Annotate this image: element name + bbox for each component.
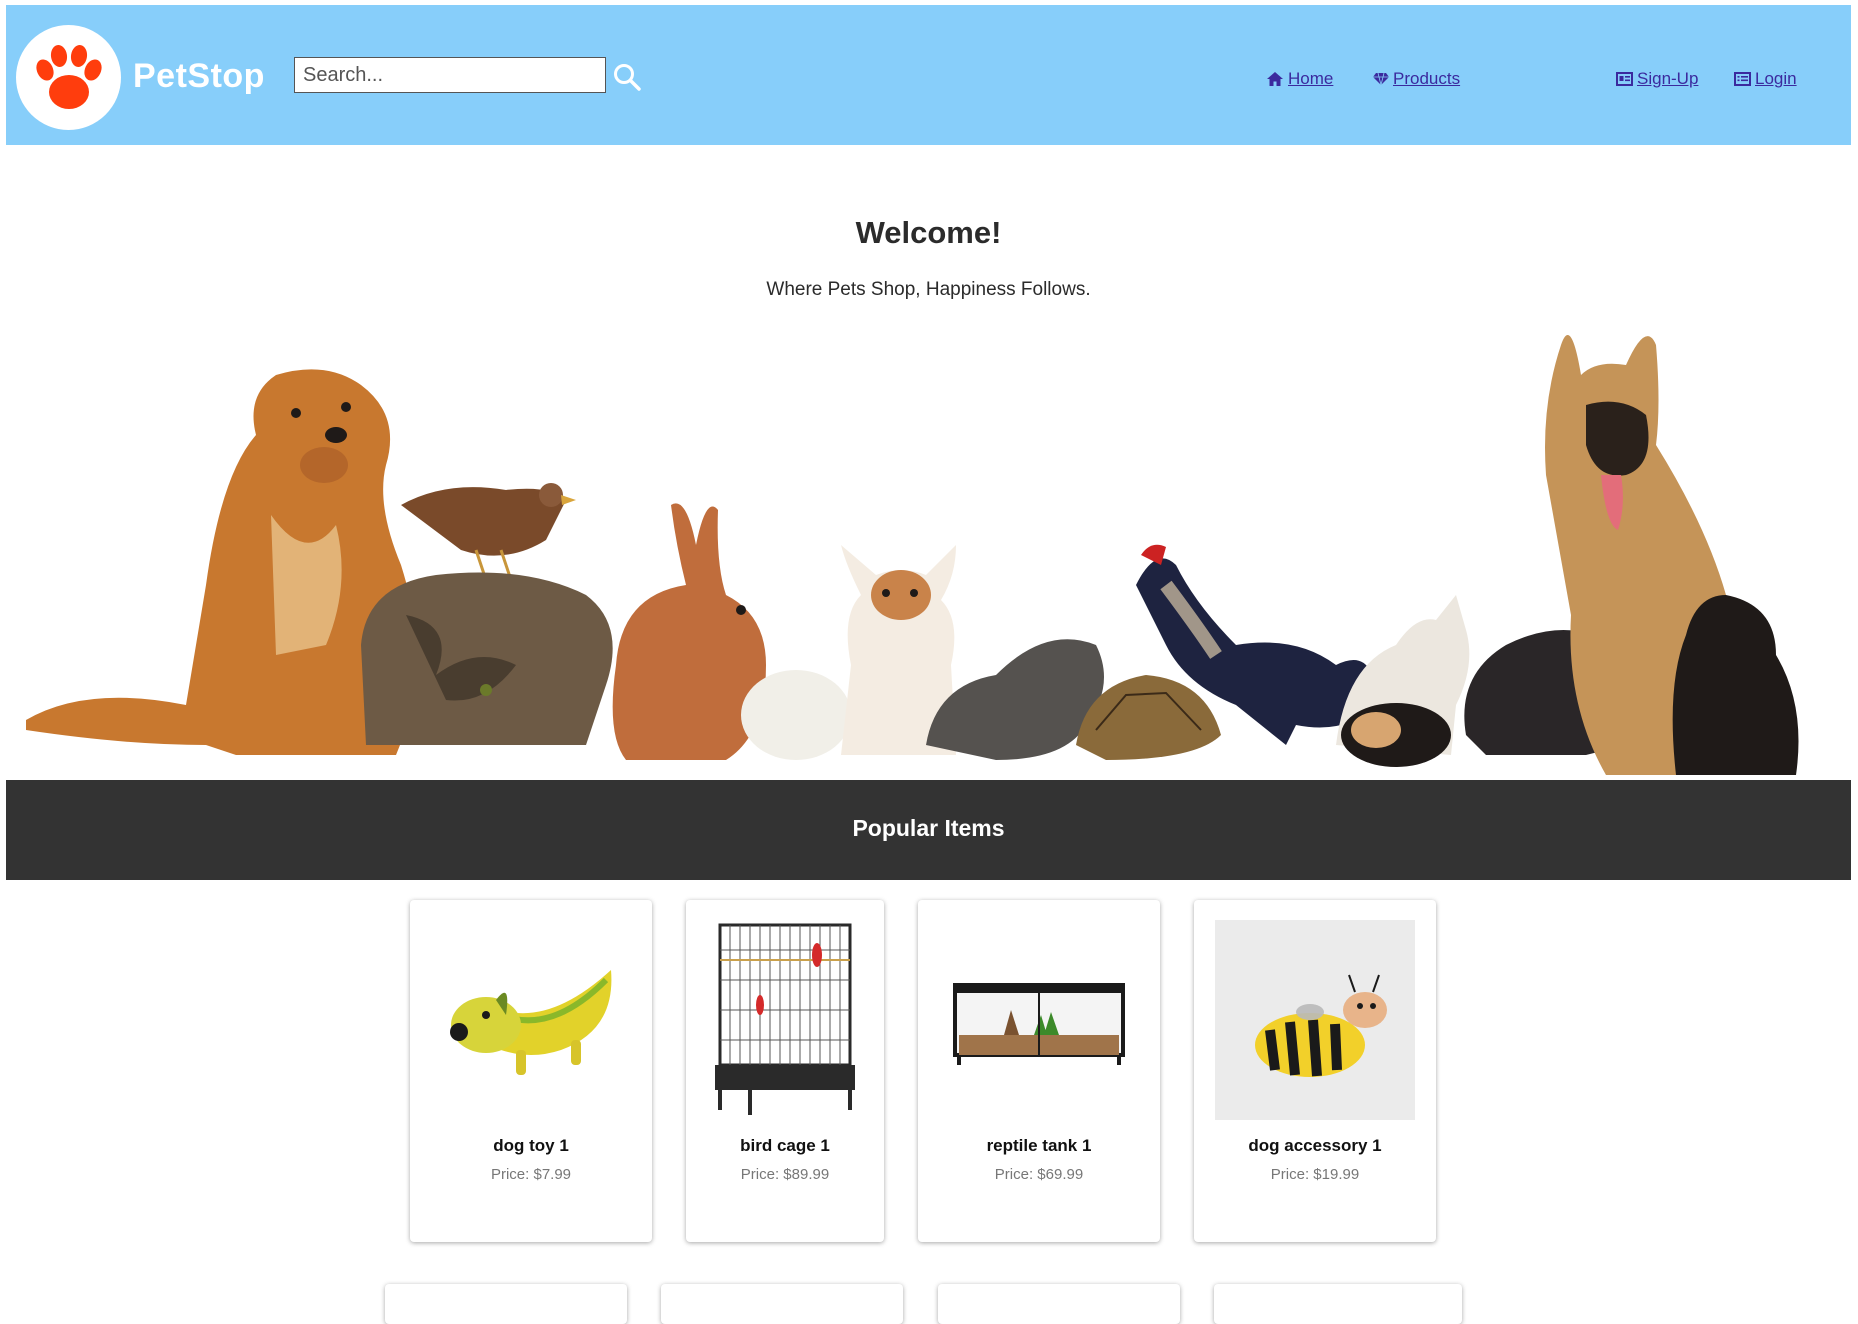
nav-login-link[interactable]: Login: [1734, 69, 1797, 89]
golden-retriever-figure: [26, 369, 419, 755]
product-name: reptile tank 1: [986, 1136, 1092, 1155]
hero-subtitle: Where Pets Shop, Happiness Follows.: [766, 279, 1091, 300]
product-card-partial[interactable]: [385, 1284, 627, 1324]
id-card-icon: [1616, 72, 1633, 86]
paw-icon: [36, 45, 102, 109]
logo[interactable]: [16, 25, 121, 130]
product-card-partial[interactable]: [1214, 1284, 1462, 1324]
puppy-figure: [1672, 595, 1799, 775]
product-price: Price: $7.99: [490, 1166, 572, 1183]
product-card-partial[interactable]: [938, 1284, 1180, 1324]
home-icon: [1267, 72, 1283, 86]
hero-banner: Welcome! Where Pets Shop, Happiness Foll…: [6, 145, 1851, 780]
product-card[interactable]: dog accessory 1 Price: $19.99: [1194, 900, 1436, 1242]
nav-products-link[interactable]: Products: [1373, 69, 1460, 89]
nav-products-label: Products: [1393, 69, 1461, 88]
product-name: dog accessory 1: [1248, 1136, 1382, 1155]
nav-login-label: Login: [1755, 69, 1797, 88]
product-card[interactable]: bird cage 1 Price: $89.99: [686, 900, 884, 1242]
popular-items-heading: Popular Items: [852, 815, 1005, 841]
product-card[interactable]: dog toy 1 Price: $7.99: [410, 900, 652, 1242]
nav-signup-link[interactable]: Sign-Up: [1616, 69, 1698, 89]
product-name: bird cage 1: [740, 1136, 830, 1155]
hen-figure: [401, 483, 576, 581]
product-price: Price: $19.99: [1270, 1166, 1360, 1183]
search-input[interactable]: [294, 57, 606, 93]
brand-name[interactable]: PetStop: [133, 57, 265, 96]
product-card[interactable]: reptile tank 1 Price: $69.99: [918, 900, 1160, 1242]
hero-title: Welcome!: [855, 215, 1002, 250]
nav-home-label: Home: [1288, 69, 1334, 88]
nav-home-link[interactable]: Home: [1266, 69, 1333, 89]
tabby-cat-figure: [361, 572, 613, 745]
list-icon: [1734, 72, 1751, 86]
nav-signup-label: Sign-Up: [1637, 69, 1699, 88]
product-image: [918, 920, 1160, 1120]
product-image: [1194, 920, 1436, 1120]
search-icon[interactable]: [612, 62, 644, 94]
gem-icon: [1373, 72, 1389, 86]
product-price: Price: $89.99: [740, 1166, 830, 1183]
site-header: PetStop Home Products Sign-Up: [6, 5, 1851, 145]
guinea-pig-figure: [1341, 703, 1451, 767]
product-price: Price: $69.99: [994, 1166, 1084, 1183]
product-image: [686, 920, 884, 1120]
white-chick-figure: [741, 670, 851, 760]
product-image: [410, 920, 652, 1120]
product-card-partial[interactable]: [661, 1284, 903, 1324]
popular-items-banner: Popular Items: [6, 780, 1851, 880]
product-name: dog toy 1: [493, 1136, 569, 1155]
